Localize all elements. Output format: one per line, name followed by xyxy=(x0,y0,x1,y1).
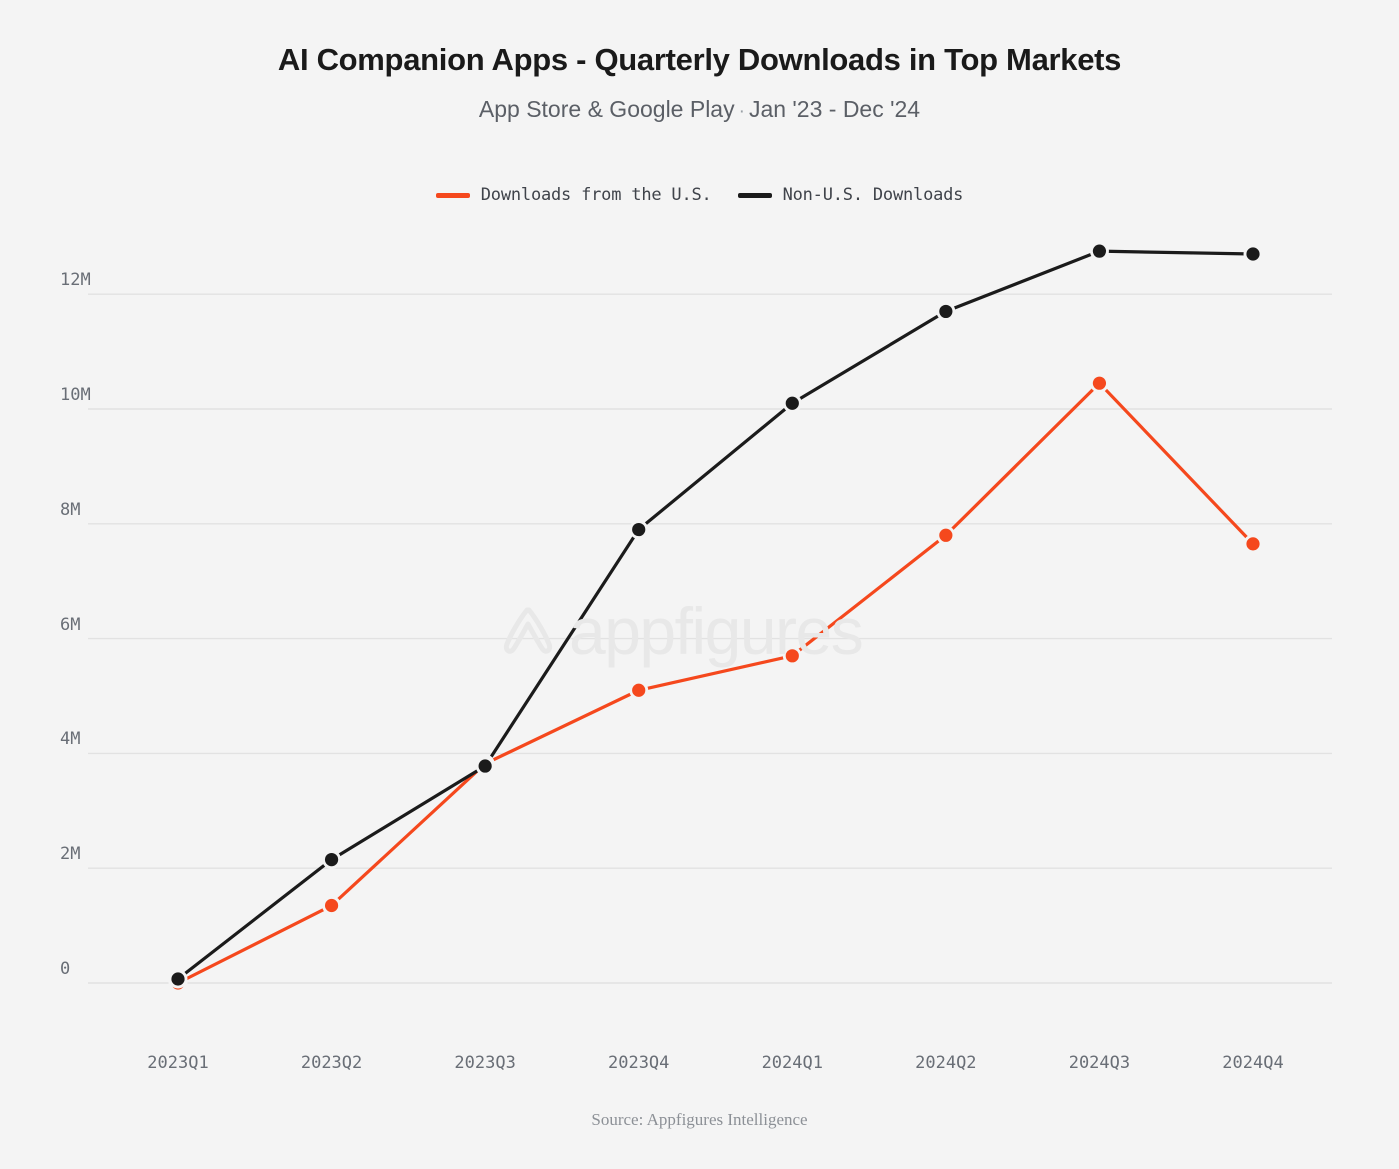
data-point-marker xyxy=(629,680,649,700)
data-point-marker xyxy=(1243,244,1263,264)
subtitle-stores: App Store & Google Play xyxy=(478,96,735,122)
chart-subtitle: App Store & Google Play · Jan '23 - Dec '2… xyxy=(0,96,1399,123)
legend-swatch-icon xyxy=(435,192,470,198)
data-point-marker xyxy=(475,756,495,776)
x-axis-tick: 2024Q2 xyxy=(915,1053,977,1073)
plot-area xyxy=(88,241,1332,993)
x-axis-tick: 2023Q4 xyxy=(607,1053,670,1073)
x-axis-tick: 2024Q4 xyxy=(1222,1053,1284,1073)
data-point-marker xyxy=(168,973,188,993)
appfigures-logo-icon xyxy=(503,607,553,654)
page-title: AI Companion Apps - Quarterly Downloads … xyxy=(277,42,1122,77)
y-axis-tick: 10M xyxy=(60,385,91,405)
legend-swatch-icon xyxy=(737,192,772,198)
x-axis-tick: 2024Q3 xyxy=(1068,1053,1131,1073)
y-axis-tick: 0 xyxy=(60,959,71,979)
subtitle-separator: · xyxy=(738,101,745,122)
data-point-marker xyxy=(629,520,649,540)
series-line-non-us xyxy=(176,249,1255,981)
data-point-marker xyxy=(1089,373,1109,393)
y-axis-tick: 6M xyxy=(60,614,81,635)
data-point-marker xyxy=(936,301,956,321)
y-axis-tick: 2M xyxy=(60,844,81,865)
chart-legend: Downloads from the U.S. Non-U.S. Download… xyxy=(0,185,1399,205)
data-point-marker xyxy=(1243,534,1263,554)
x-axis-tick: 2024Q1 xyxy=(761,1053,823,1073)
legend-item-us[interactable]: Downloads from the U.S. xyxy=(435,185,712,205)
y-axis-tick: 12M xyxy=(60,270,91,291)
x-axis-tick: 2023Q2 xyxy=(300,1053,363,1073)
data-point-marker xyxy=(936,525,956,545)
data-point-marker xyxy=(782,393,802,413)
source-note: Source: Appfigures Intelligence xyxy=(591,1110,808,1129)
data-point-marker xyxy=(168,969,188,989)
y-axis-tick: 8M xyxy=(60,499,81,520)
watermark-text: appfigures xyxy=(569,594,864,668)
series-line-us xyxy=(176,381,1255,985)
legend-label: Non-U.S. Downloads xyxy=(782,185,964,205)
data-point-marker xyxy=(782,646,802,666)
data-point-marker xyxy=(322,850,342,870)
data-point-marker xyxy=(475,754,495,774)
subtitle-daterange: Jan '23 - Dec '24 xyxy=(748,96,921,122)
y-axis-tick: 4M xyxy=(60,729,81,750)
x-axis-tick: 2023Q3 xyxy=(454,1053,516,1073)
data-point-marker xyxy=(1089,241,1109,261)
data-point-marker xyxy=(322,896,342,916)
appfigures-watermark: appfigures xyxy=(497,594,864,668)
chart-container: AI Companion Apps - Quarterly Downloads … xyxy=(0,0,1399,1169)
legend-item-non-us[interactable]: Non-U.S. Downloads xyxy=(737,185,964,205)
x-axis-tick: 2023Q1 xyxy=(147,1053,209,1073)
legend-label: Downloads from the U.S. xyxy=(480,185,712,205)
